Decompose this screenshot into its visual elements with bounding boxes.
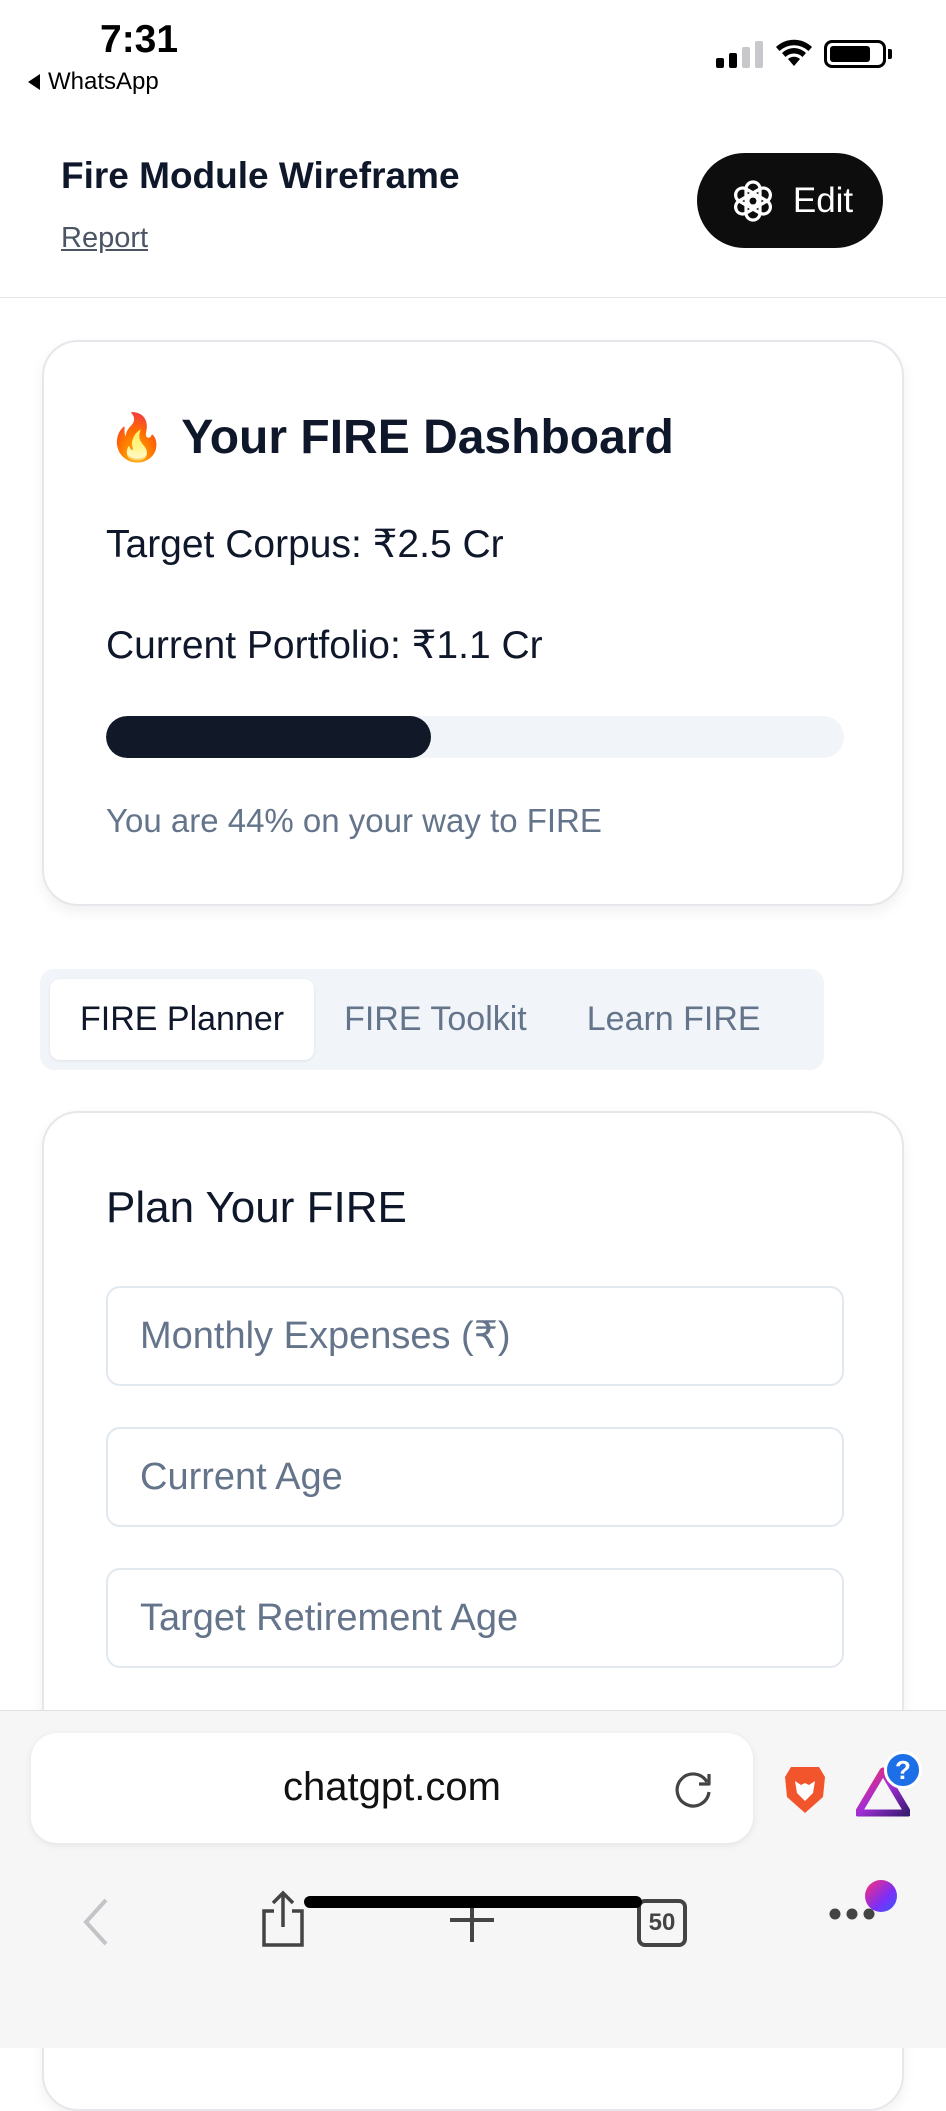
- status-time: 7:31: [100, 18, 179, 61]
- report-link[interactable]: Report: [61, 222, 148, 255]
- current-age-input[interactable]: [106, 1427, 844, 1527]
- plan-title: Plan Your FIRE: [106, 1183, 407, 1232]
- battery-icon: [824, 40, 886, 68]
- chat-header: Fire Module Wireframe Report Edit: [0, 110, 946, 298]
- address-bar[interactable]: chatgpt.com: [31, 1733, 753, 1843]
- module-tabs: FIRE Planner FIRE Toolkit Learn FIRE: [40, 969, 824, 1070]
- more-dots-icon[interactable]: [828, 1907, 876, 1921]
- tabs-icon[interactable]: 50: [637, 1899, 687, 1947]
- cellular-signal-icon: [716, 40, 763, 68]
- back-app-label: WhatsApp: [48, 68, 159, 95]
- edit-button-label: Edit: [792, 180, 854, 220]
- fire-dashboard-card: 🔥 Your FIRE Dashboard Target Corpus: ₹2.…: [42, 340, 904, 906]
- browser-toolbar: chatgpt.com ? 50: [0, 1710, 946, 2048]
- reload-icon[interactable]: [671, 1766, 717, 1812]
- back-triangle-icon: [28, 74, 40, 90]
- notification-dot: [865, 1880, 897, 1912]
- brave-lion-icon[interactable]: [781, 1763, 829, 1817]
- tab-fire-planner[interactable]: FIRE Planner: [50, 979, 315, 1060]
- fire-progress-fill: [106, 716, 431, 758]
- dashboard-title-text: Your FIRE Dashboard: [181, 411, 674, 464]
- target-retirement-age-input[interactable]: [106, 1568, 844, 1668]
- url-text: chatgpt.com: [283, 1765, 501, 1809]
- extension-badge: ?: [884, 1751, 922, 1789]
- fire-emoji-icon: 🔥: [108, 411, 166, 463]
- tab-fire-toolkit[interactable]: FIRE Toolkit: [314, 979, 557, 1060]
- fire-progress-bar: [106, 716, 844, 758]
- chevron-left-icon[interactable]: [78, 1896, 112, 1948]
- target-corpus: Target Corpus: ₹2.5 Cr: [106, 523, 504, 566]
- current-portfolio: Current Portfolio: ₹1.1 Cr: [106, 624, 543, 667]
- status-bar: 7:31 WhatsApp: [0, 0, 946, 110]
- back-to-app-link[interactable]: WhatsApp: [28, 68, 159, 96]
- home-indicator: [304, 1896, 642, 1908]
- wifi-icon: [776, 39, 812, 66]
- edit-button[interactable]: Edit: [697, 153, 883, 248]
- share-icon[interactable]: [258, 1889, 308, 1949]
- progress-text: You are 44% on your way to FIRE: [106, 802, 602, 839]
- monthly-expenses-input[interactable]: [106, 1286, 844, 1386]
- dashboard-title: 🔥 Your FIRE Dashboard: [108, 410, 674, 465]
- page-title: Fire Module Wireframe: [61, 155, 460, 196]
- openai-logo-icon: [733, 179, 772, 222]
- tab-learn-fire[interactable]: Learn FIRE: [557, 979, 791, 1060]
